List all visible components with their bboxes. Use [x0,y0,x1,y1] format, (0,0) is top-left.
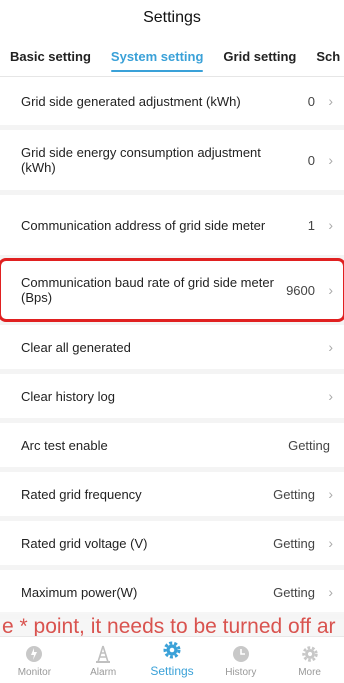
row-label: Rated grid frequency [21,486,142,502]
row-value: 9600 [286,282,315,298]
chevron-right-icon: › [328,152,333,168]
row-meter-communication-address[interactable]: Communication address of grid side meter… [0,195,344,255]
tab-schedule[interactable]: Sch [306,36,344,76]
row-label: Communication baud rate of grid side met… [21,275,274,305]
nav-alarm[interactable]: Alarm [69,637,138,683]
row-grid-consumption-adjustment[interactable]: Grid side energy consumption adjustment … [0,130,344,190]
row-value: Getting [273,486,315,502]
settings-gear-icon [163,641,181,659]
header: Settings [0,0,344,36]
nav-label: History [225,667,257,678]
alarm-icon [96,645,111,663]
tab-system-setting[interactable]: System setting [101,36,213,76]
row-rated-grid-voltage[interactable]: Rated grid voltage (V) Getting › [0,521,344,565]
chevron-right-icon: › [328,339,333,355]
chevron-right-icon: › [328,584,333,600]
row-value: 0 [307,152,315,168]
history-clock-icon [232,646,249,662]
row-label: Rated grid voltage (V) [21,535,148,551]
nav-more[interactable]: More [275,637,344,683]
monitor-icon [26,646,43,662]
row-clear-history-log[interactable]: Clear history log › [0,374,344,418]
row-label: Grid side generated adjustment (kWh) [21,93,241,109]
nav-label: Alarm [90,667,117,678]
nav-label: Monitor [17,667,52,678]
chevron-right-icon: › [328,535,333,551]
row-value: Getting [273,584,315,600]
bottom-nav: Monitor Alarm Settings History More [0,636,344,683]
row-label: Maximum power(W) [21,584,138,600]
tab-grid-setting[interactable]: Grid setting [213,36,306,76]
nav-label: Settings [150,664,194,678]
row-label: Arc test enable [21,437,108,453]
chevron-right-icon: › [328,217,333,233]
row-label: Grid side energy consumption adjustment … [21,145,261,175]
row-label: Clear history log [21,388,115,404]
row-value: 1 [307,217,315,233]
page-title: Settings [143,9,201,26]
nav-monitor[interactable]: Monitor [0,637,69,683]
chevron-right-icon: › [328,388,333,404]
row-grid-generated-adjustment[interactable]: Grid side generated adjustment (kWh) 0 › [0,77,344,125]
tab-basic-setting[interactable]: Basic setting [0,36,101,76]
row-clear-all-generated[interactable]: Clear all generated › [0,325,344,369]
chevron-right-icon: › [328,282,333,298]
chevron-right-icon: › [328,93,333,109]
row-value: 0 [307,93,315,109]
more-gear-icon [301,646,318,662]
row-label: Clear all generated [21,339,131,355]
row-value: Getting [273,535,315,551]
tab-bar: Basic setting System setting Grid settin… [0,36,344,77]
nav-label: More [298,667,321,678]
nav-settings[interactable]: Settings [138,637,207,683]
settings-list: Grid side generated adjustment (kWh) 0 ›… [0,77,344,637]
row-value: Getting [288,437,330,453]
row-meter-baud-rate[interactable]: Communication baud rate of grid side met… [0,258,344,322]
nav-history[interactable]: History [206,637,275,683]
row-rated-grid-frequency[interactable]: Rated grid frequency Getting › [0,472,344,516]
row-arc-test-enable[interactable]: Arc test enable Getting [0,423,344,467]
chevron-right-icon: › [328,486,333,502]
row-maximum-power[interactable]: Maximum power(W) Getting › [0,570,344,614]
row-label: Communication address of grid side meter [21,217,266,233]
